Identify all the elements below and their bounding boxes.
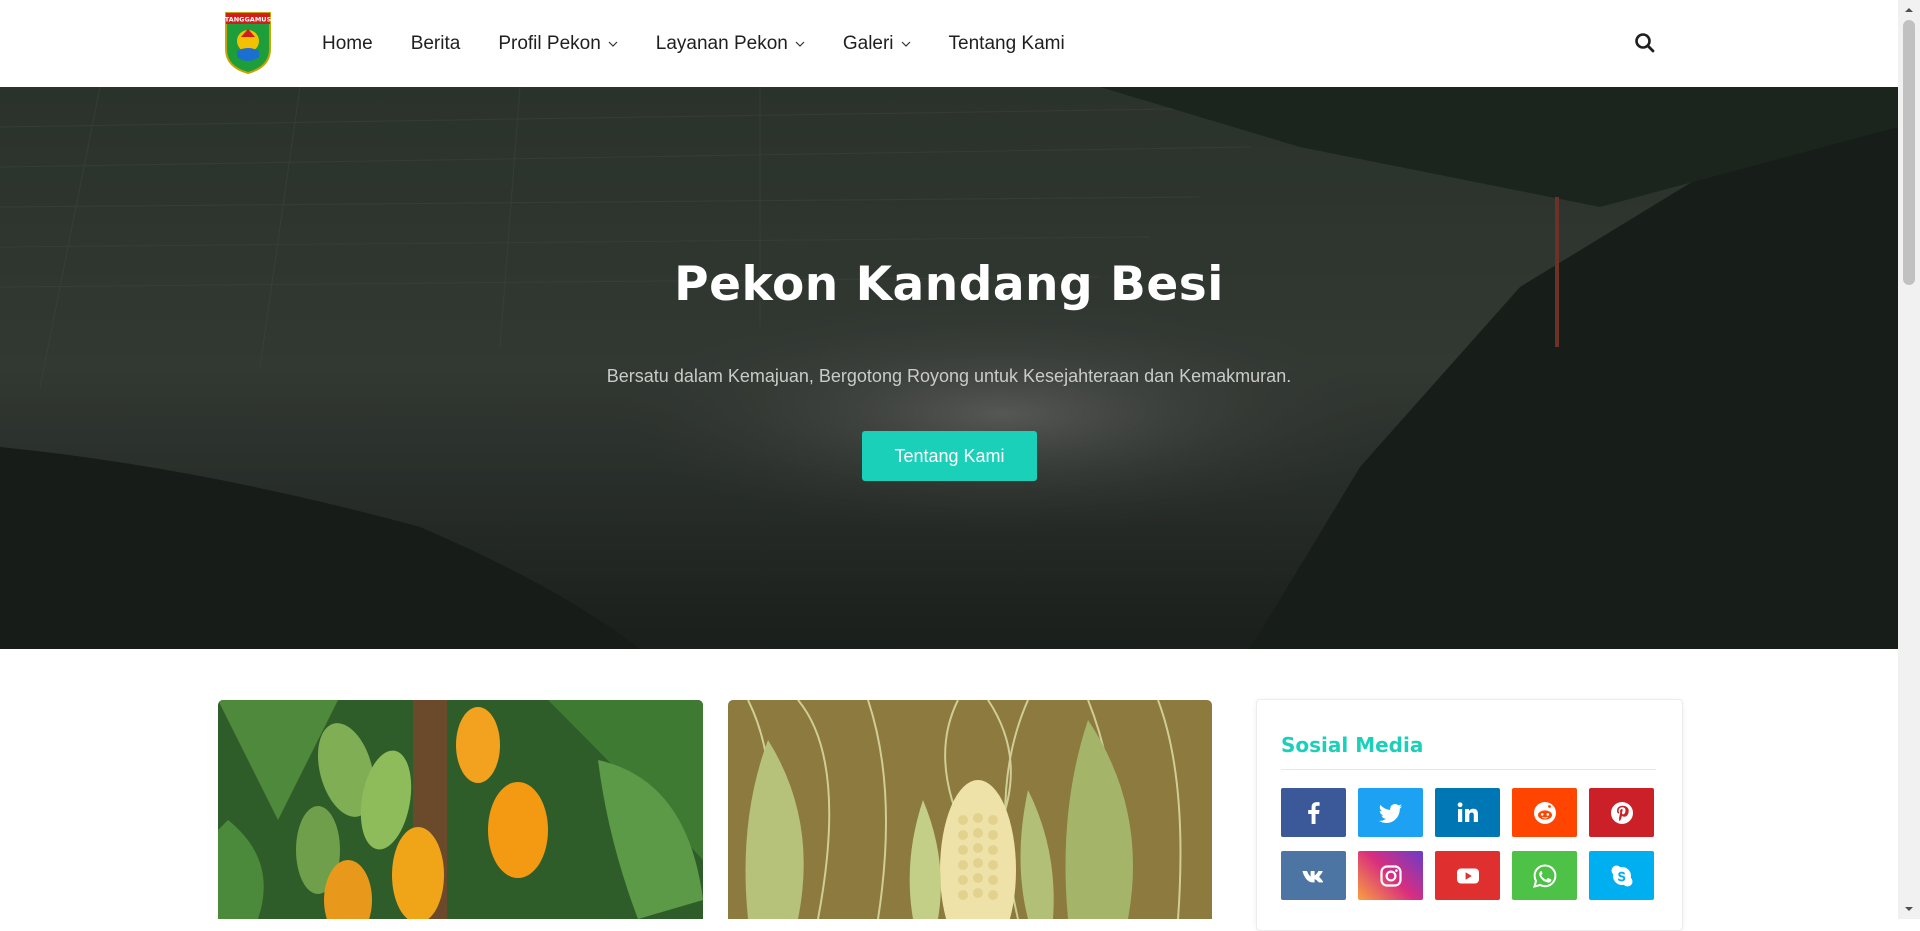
whatsapp-icon (1532, 863, 1556, 888)
youtube-button[interactable] (1435, 851, 1500, 900)
instagram-icon (1379, 864, 1402, 887)
instagram-button[interactable] (1358, 851, 1423, 900)
vk-button[interactable] (1281, 851, 1346, 900)
reddit-icon (1533, 801, 1556, 824)
chevron-down-icon (608, 41, 618, 47)
nav-tentang-kami-label: Tentang Kami (948, 32, 1065, 54)
linkedin-button[interactable] (1435, 788, 1500, 837)
news-card-corn[interactable] (728, 700, 1212, 919)
nav-berita-label: Berita (410, 32, 461, 54)
nav-home[interactable]: Home (322, 33, 373, 55)
main-nav: Home Berita Profil Pekon Layanan Pekon G… (322, 0, 1103, 87)
hero-subtitle: Bersatu dalam Kemajuan, Bergotong Royong… (606, 366, 1292, 386)
twitter-button[interactable] (1358, 788, 1423, 837)
social-media-widget: Sosial Media (1256, 699, 1683, 931)
reddit-button[interactable] (1512, 788, 1577, 837)
skype-button[interactable] (1589, 851, 1654, 900)
search-icon[interactable] (1632, 30, 1658, 56)
whatsapp-button[interactable] (1512, 851, 1577, 900)
scrollbar-thumb[interactable] (1903, 20, 1915, 285)
svg-text:TANGGAMUS: TANGGAMUS (225, 16, 272, 24)
site-header: TANGGAMUS Home Berita Profil Pekon Layan… (0, 0, 1898, 87)
sidebar-title: Sosial Media (1281, 733, 1424, 757)
skype-icon (1611, 865, 1632, 886)
hero-banner: Pekon Kandang Besi Bersatu dalam Kemajua… (0, 87, 1898, 649)
twitter-icon (1378, 803, 1402, 823)
nav-profil-pekon-label: Profil Pekon (498, 32, 601, 54)
tanggamus-logo[interactable]: TANGGAMUS (223, 9, 273, 75)
scroll-up-icon[interactable] (1904, 5, 1914, 15)
corn-cobs-image (728, 700, 1212, 919)
youtube-icon (1456, 868, 1479, 883)
nav-home-label: Home (322, 32, 373, 54)
sidebar-divider (1281, 769, 1656, 770)
vk-icon (1302, 870, 1323, 882)
nav-profil-pekon[interactable]: Profil Pekon (498, 32, 618, 55)
cacao-pods-image (218, 700, 703, 919)
pinterest-button[interactable] (1589, 788, 1654, 837)
nav-berita[interactable]: Berita (411, 33, 461, 55)
pinterest-icon (1610, 801, 1633, 824)
facebook-icon (1307, 801, 1320, 824)
linkedin-icon (1457, 801, 1478, 822)
tentang-kami-button[interactable]: Tentang Kami (862, 431, 1037, 481)
scroll-down-icon[interactable] (1904, 904, 1914, 914)
chevron-down-icon (901, 41, 910, 47)
news-card-cacao[interactable] (218, 700, 703, 919)
chevron-down-icon (795, 41, 805, 47)
nav-layanan-pekon-label: Layanan Pekon (655, 32, 788, 54)
nav-tentang-kami[interactable]: Tentang Kami (949, 33, 1065, 55)
nav-layanan-pekon[interactable]: Layanan Pekon (656, 33, 805, 55)
nav-galeri[interactable]: Galeri (843, 33, 911, 55)
hero-title: Pekon Kandang Besi (674, 257, 1224, 312)
nav-galeri-label: Galeri (842, 32, 894, 54)
facebook-button[interactable] (1281, 788, 1346, 837)
